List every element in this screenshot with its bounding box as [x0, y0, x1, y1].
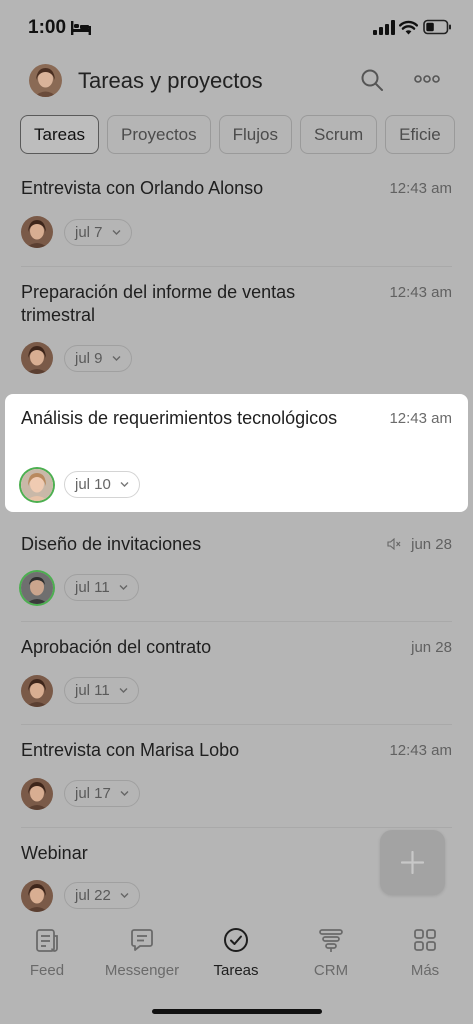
tab-tareas[interactable]: Tareas	[20, 115, 100, 154]
more-options-icon[interactable]	[414, 75, 440, 83]
tab-scrum[interactable]: Scrum	[299, 115, 378, 154]
divider	[21, 266, 452, 267]
deadline-button[interactable]: jul 7	[64, 219, 132, 246]
avatar	[21, 216, 53, 248]
app-header: Tareas y proyectos	[0, 56, 473, 106]
divider	[21, 724, 452, 725]
nav-item-mas[interactable]: Más	[378, 926, 472, 979]
tab-flujos[interactable]: Flujos	[218, 115, 292, 154]
deadline-button[interactable]: jul 11	[64, 677, 139, 704]
task-time: jun 28	[387, 536, 452, 553]
avatar[interactable]	[29, 64, 62, 97]
task-item[interactable]: Diseño de invitaciones jun 28 jul 11	[0, 520, 473, 622]
deadline-label: jul 11	[75, 682, 110, 699]
more-grid-icon	[414, 929, 436, 951]
nav-label: Más	[410, 962, 440, 979]
task-time: jun 28	[411, 639, 452, 656]
add-task-button[interactable]	[380, 830, 445, 895]
deadline-label: jul 9	[75, 350, 103, 367]
divider	[21, 621, 452, 622]
wifi-icon	[399, 20, 418, 35]
task-time: 12:43 am	[389, 284, 452, 301]
deadline-label: jul 22	[75, 887, 111, 904]
task-item[interactable]: Entrevista con Marisa Lobo 12:43 am jul …	[0, 726, 473, 828]
task-title: Análisis de requerimientos tecnológicos	[21, 408, 338, 428]
nav-item-tareas[interactable]: Tareas	[189, 926, 283, 979]
task-title: Entrevista con Orlando Alonso	[21, 178, 264, 198]
tasks-icon	[224, 928, 248, 952]
deadline-label: jul 7	[75, 224, 103, 241]
crm-icon	[319, 929, 343, 952]
nav-item-crm[interactable]: CRM	[284, 926, 378, 979]
task-time: 12:43 am	[389, 742, 452, 759]
home-indicator	[152, 1009, 322, 1014]
messenger-icon	[131, 929, 153, 951]
tab-eficiencia[interactable]: Eficie	[385, 115, 455, 154]
task-title: Webinar	[21, 843, 88, 863]
chevron-down-icon	[120, 791, 129, 796]
avatar	[21, 469, 53, 501]
divider	[21, 827, 452, 828]
bed-icon	[71, 21, 91, 35]
deadline-label: jul 17	[75, 785, 111, 802]
task-title: Entrevista con Marisa Lobo	[21, 740, 240, 760]
status-time: 1:00	[28, 17, 67, 38]
chevron-down-icon	[119, 585, 128, 590]
deadline-button[interactable]: jul 10	[64, 471, 140, 498]
deadline-button[interactable]: jul 17	[64, 780, 140, 807]
avatar	[21, 880, 53, 912]
avatar	[21, 675, 53, 707]
plus-icon	[401, 851, 424, 874]
task-item[interactable]: Entrevista con Orlando Alonso 12:43 am j…	[0, 165, 473, 267]
nav-label: CRM	[313, 962, 349, 979]
deadline-label: jul 11	[75, 579, 110, 596]
deadline-button[interactable]: jul 11	[64, 574, 139, 601]
task-title: Aprobación del contrato	[21, 637, 212, 657]
status-bar: 1:00	[0, 0, 473, 56]
avatar	[21, 572, 53, 604]
tab-proyectos[interactable]: Proyectos	[107, 115, 211, 154]
task-item[interactable]: Análisis de requerimientos tecnológicos …	[0, 394, 473, 512]
page-title: Tareas y proyectos	[78, 68, 263, 93]
task-item[interactable]: Preparación del informe de ventas trimes…	[0, 268, 473, 390]
nav-item-feed[interactable]: Feed	[0, 926, 94, 979]
task-time: 12:43 am	[389, 180, 452, 197]
avatar	[21, 342, 53, 374]
task-title: Preparación del informe de ventas trimes…	[21, 282, 296, 325]
nav-label: Tareas	[213, 962, 259, 979]
nav-label: Feed	[29, 962, 65, 979]
task-title: Diseño de invitaciones	[21, 534, 202, 554]
chevron-down-icon	[120, 482, 129, 487]
deadline-label: jul 10	[75, 476, 111, 493]
battery-icon	[423, 19, 451, 35]
chevron-down-icon	[119, 688, 128, 693]
deadline-button[interactable]: jul 9	[64, 345, 132, 372]
search-icon[interactable]	[360, 68, 384, 92]
task-time: 12:43 am	[389, 410, 452, 427]
nav-label: Messenger	[104, 962, 180, 979]
avatar	[21, 778, 53, 810]
chevron-down-icon	[112, 230, 121, 235]
task-time-label: jun 28	[411, 536, 452, 553]
signal-icon	[373, 20, 395, 35]
mute-icon	[387, 538, 401, 550]
feed-icon	[36, 929, 58, 952]
tab-bar: Tareas Proyectos Flujos Scrum Eficie	[20, 115, 473, 155]
deadline-button[interactable]: jul 22	[64, 882, 140, 909]
task-item[interactable]: Aprobación del contrato jun 28 jul 11	[0, 623, 473, 725]
chevron-down-icon	[112, 356, 121, 361]
nav-item-messenger[interactable]: Messenger	[95, 926, 189, 979]
chevron-down-icon	[120, 893, 129, 898]
